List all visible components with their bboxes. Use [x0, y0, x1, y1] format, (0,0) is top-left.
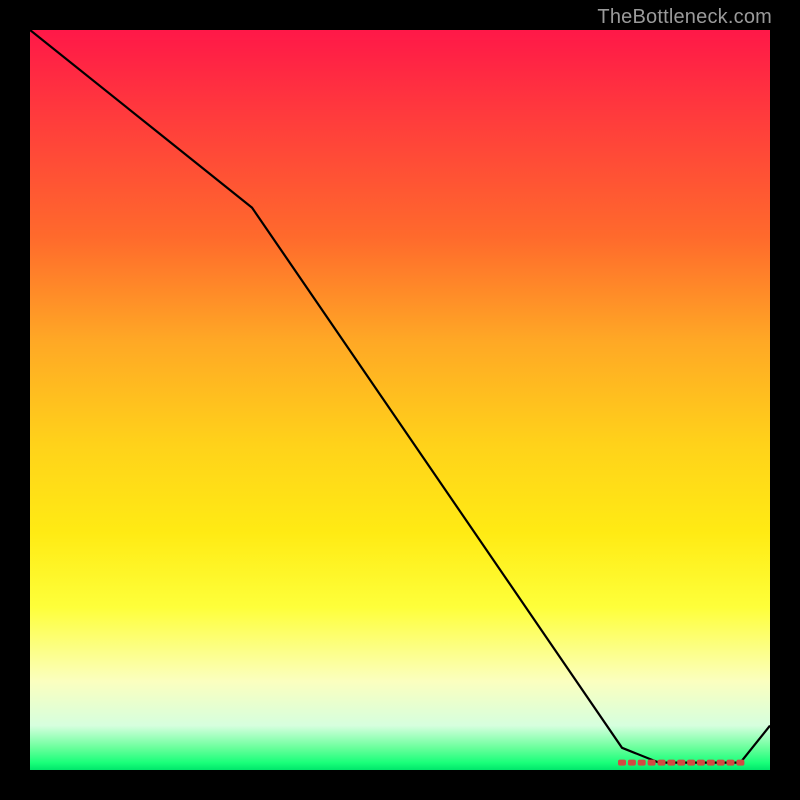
attribution-text: TheBottleneck.com	[597, 6, 772, 29]
plot-area	[30, 30, 770, 770]
chart-frame: { "attribution": "TheBottleneck.com", "c…	[0, 0, 800, 800]
